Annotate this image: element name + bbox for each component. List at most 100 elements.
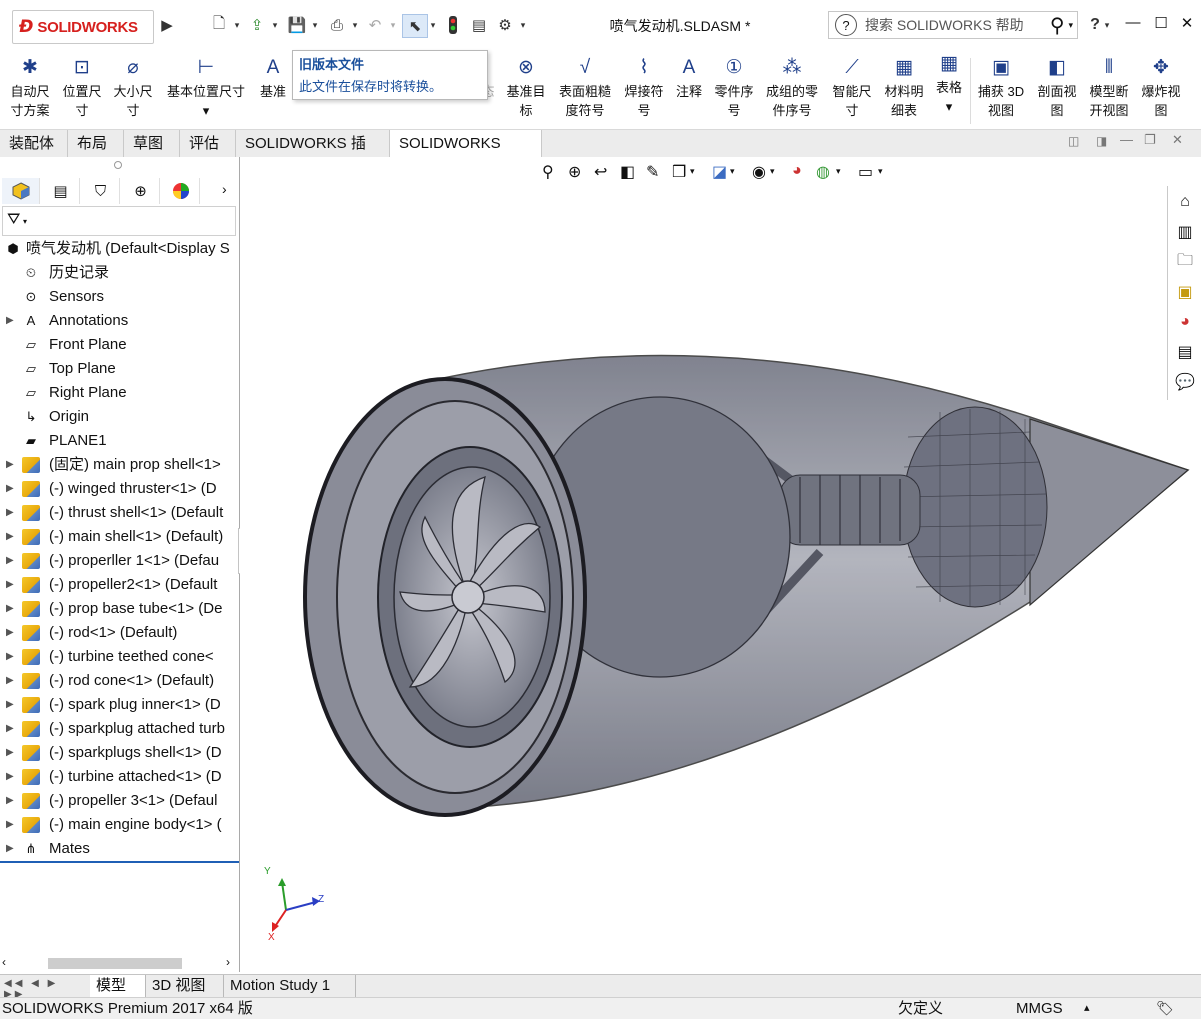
file-properties-icon[interactable]: ▤ <box>468 14 490 36</box>
expand-arrow-icon[interactable]: ▶ <box>6 645 14 669</box>
tags-icon[interactable]: 🏷 <box>1156 998 1174 1019</box>
view-orientation-icon[interactable]: ❒ <box>672 162 686 182</box>
edit-appearance-icon[interactable]: ◕ <box>792 162 802 180</box>
display-manager-icon[interactable] <box>162 178 200 204</box>
tree-item[interactable]: ▶ (-) sparkplugs shell<1> (D <box>0 741 239 765</box>
tab-evaluate[interactable]: 评估 <box>180 130 236 157</box>
solidworks-logo[interactable]: Ɖ SOLIDWORKS <box>12 10 154 44</box>
minimize-icon[interactable]: — <box>1120 14 1146 36</box>
search-icon[interactable]: ⚲ <box>1050 13 1065 38</box>
panel-left-icon[interactable]: ◫ <box>1068 134 1079 148</box>
help-button[interactable]: ? <box>1088 14 1102 36</box>
previous-view-icon[interactable]: ↩ <box>594 162 607 182</box>
apply-scene-dropdown-icon[interactable]: ▾ <box>836 166 841 177</box>
manager-tabs-more-icon[interactable]: › <box>222 181 227 197</box>
expand-arrow-icon[interactable]: ▶ <box>6 621 14 645</box>
expand-arrow-icon[interactable]: ▶ <box>6 525 14 549</box>
options-dropdown-icon[interactable]: ▾ <box>518 14 528 36</box>
tree-item[interactable]: ▶ (-) propeller 3<1> (Defaul <box>0 789 239 813</box>
display-style-dropdown-icon[interactable]: ▾ <box>730 166 735 177</box>
help-search-input[interactable]: 搜索 SOLIDWORKS 帮助 <box>865 15 1050 35</box>
help-dropdown-icon[interactable]: ▾ <box>1102 14 1112 36</box>
expand-arrow-icon[interactable]: ▶ <box>6 309 14 333</box>
rebuild-icon[interactable] <box>444 14 462 36</box>
tree-item[interactable]: ▱ Right Plane <box>0 381 239 405</box>
tab-solidworks-mbd[interactable]: SOLIDWORKS MBD <box>390 130 542 179</box>
search-dropdown-icon[interactable]: ▾ <box>1068 20 1073 31</box>
tree-item[interactable]: ▶ (-) propeller2<1> (Default <box>0 573 239 597</box>
unit-system[interactable]: MMGS <box>1016 998 1063 1019</box>
expand-arrow-icon[interactable]: ▶ <box>6 837 14 861</box>
tab-model[interactable]: 模型 <box>90 975 146 997</box>
configurationmanager-icon[interactable]: ⛉ <box>82 178 120 204</box>
expand-arrow-icon[interactable]: ▶ <box>6 789 14 813</box>
hide-show-items-icon[interactable]: ◉ <box>752 162 766 182</box>
expand-arrow-icon[interactable]: ▶ <box>6 741 14 765</box>
close-icon[interactable]: ✕ <box>1174 14 1200 36</box>
tree-item[interactable]: ▱ Top Plane <box>0 357 239 381</box>
graphics-area[interactable] <box>240 157 1201 972</box>
hide-show-dropdown-icon[interactable]: ▾ <box>770 166 775 177</box>
tree-item[interactable]: ▶ (-) turbine attached<1> (D <box>0 765 239 789</box>
apply-scene-icon[interactable]: ◍ <box>816 162 830 182</box>
forum-icon[interactable]: 💬 <box>1170 368 1200 396</box>
expand-arrow-icon[interactable]: ▶ <box>6 453 14 477</box>
stacked-balloon-button[interactable]: ⁂ 成组的零 件序号 <box>760 56 824 126</box>
bom-button[interactable]: ▦ 材料明 细表 <box>880 56 928 126</box>
open-dropdown-icon[interactable]: ▾ <box>270 14 280 36</box>
file-explorer-icon[interactable]: 🗀 <box>1170 248 1200 276</box>
tree-item[interactable]: ▶ (-) spark plug inner<1> (D <box>0 693 239 717</box>
tab-3d-view[interactable]: 3D 视图 <box>146 975 224 997</box>
weld-symbol-button[interactable]: ⌇ 焊接符 号 <box>620 56 668 126</box>
tree-item[interactable]: ⬢ 喷气发动机 (Default<Display S <box>0 237 239 261</box>
view-settings-icon[interactable]: ▭ <box>858 162 873 182</box>
expand-arrow-icon[interactable]: ▶ <box>6 765 14 789</box>
maximize-icon[interactable]: ☐ <box>1148 14 1174 36</box>
print-icon[interactable]: ⎙ <box>326 14 348 36</box>
viewport-close-icon[interactable]: ✕ <box>1172 132 1183 148</box>
tab-solidworks-addins[interactable]: SOLIDWORKS 插件 <box>236 130 390 179</box>
appearances-icon[interactable]: ◕ <box>1170 308 1200 336</box>
section-view-button[interactable]: ◧ 剖面视 图 <box>1032 56 1082 126</box>
unit-system-arrow-icon[interactable]: ▴ <box>1084 998 1090 1019</box>
expand-arrow-icon[interactable]: ▶ <box>6 717 14 741</box>
solidworks-resources-icon[interactable]: ⌂ <box>1170 188 1200 216</box>
custom-properties-icon[interactable]: ▤ <box>1170 338 1200 366</box>
panel-right-icon[interactable]: ◨ <box>1096 134 1107 148</box>
expand-arrow-icon[interactable]: ▶ <box>6 573 14 597</box>
panel-grip-icon[interactable] <box>114 161 122 169</box>
smart-dimension-button[interactable]: ⟋ 智能尺 寸 <box>828 56 876 126</box>
tree-item[interactable]: ⏲ 历史记录 <box>0 261 239 285</box>
undo-icon[interactable]: ↶ <box>364 14 386 36</box>
tab-sketch[interactable]: 草图 <box>124 130 180 157</box>
tree-item[interactable]: ▶ (-) prop base tube<1> (De <box>0 597 239 621</box>
capture-3d-view-button[interactable]: ▣ 捕获 3D 视图 <box>974 56 1028 126</box>
tree-item[interactable]: ▶ (-) sparkplug attached turb <box>0 717 239 741</box>
save-dropdown-icon[interactable]: ▾ <box>310 14 320 36</box>
display-style-icon[interactable]: ◪ <box>712 162 727 182</box>
view-settings-dropdown-icon[interactable]: ▾ <box>878 166 883 177</box>
tree-item[interactable]: ▶ (-) main engine body<1> ( <box>0 813 239 837</box>
tree-item[interactable]: ▶ (-) thrust shell<1> (Default <box>0 501 239 525</box>
select-icon[interactable]: ⬉ <box>402 14 428 38</box>
select-dropdown-icon[interactable]: ▾ <box>428 14 438 36</box>
zoom-to-area-icon[interactable]: ⊕ <box>568 162 581 182</box>
tree-item[interactable]: ▱ Front Plane <box>0 333 239 357</box>
expand-arrow-icon[interactable]: ▶ <box>6 477 14 501</box>
tree-item[interactable]: ▶ (-) properller 1<1> (Defau <box>0 549 239 573</box>
viewport-minimize-icon[interactable]: — <box>1120 132 1133 147</box>
tree-item[interactable]: ⊙ Sensors <box>0 285 239 309</box>
undo-dropdown-icon[interactable]: ▾ <box>388 14 398 36</box>
datum-target-button[interactable]: ⊗ 基准目 标 <box>502 56 550 126</box>
table-button[interactable]: ▦ 表格 ▾ <box>930 52 968 122</box>
tree-filter-bar[interactable]: ⛛ ▾ <box>2 206 236 236</box>
save-icon[interactable]: 💾 <box>286 14 308 36</box>
expand-arrow-icon[interactable]: ▶ <box>6 669 14 693</box>
expand-arrow-icon[interactable]: ▶ <box>6 813 14 837</box>
view-orientation-dropdown-icon[interactable]: ▾ <box>690 166 695 177</box>
design-library-icon[interactable]: ▥ <box>1170 218 1200 246</box>
expand-arrow-icon[interactable]: ▶ <box>6 693 14 717</box>
tree-item[interactable]: ▶ ⋔ Mates <box>0 837 239 861</box>
tree-item[interactable]: ▶ (-) rod cone<1> (Default) <box>0 669 239 693</box>
filter-icon[interactable]: ⛛ <box>7 211 20 229</box>
